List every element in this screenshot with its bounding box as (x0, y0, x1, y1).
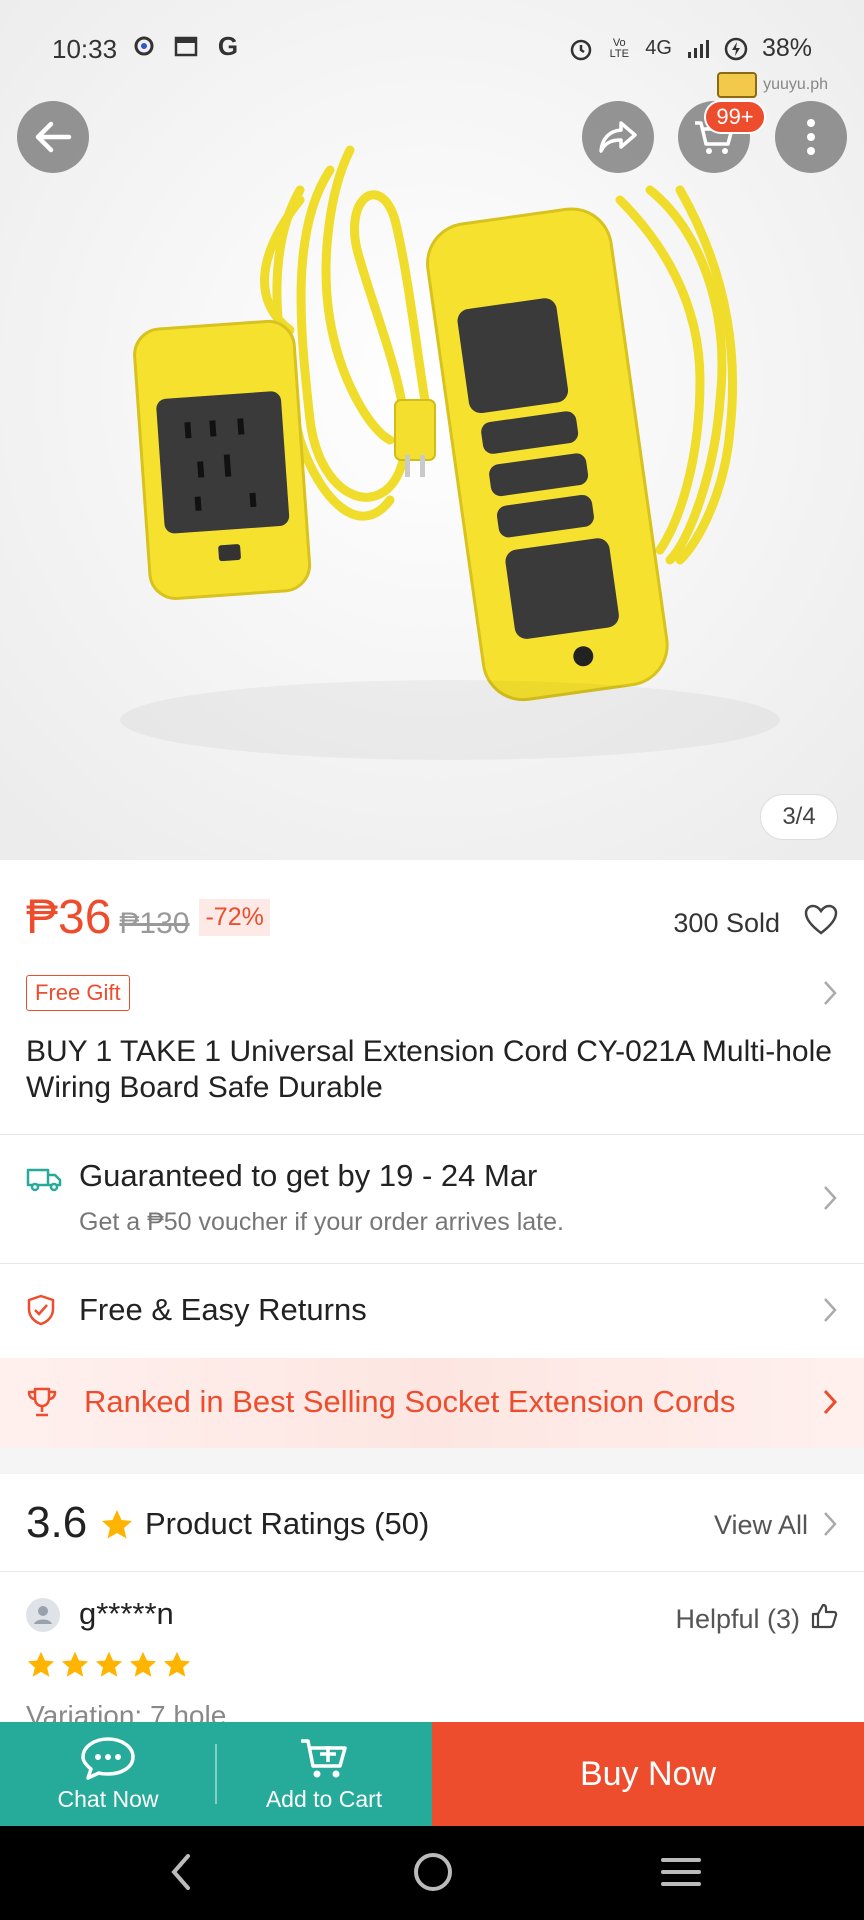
chevron-right-icon (822, 1388, 838, 1421)
rating-score: 3.6 (26, 1498, 88, 1547)
chevron-right-icon (822, 1184, 838, 1217)
more-vertical-icon (807, 119, 815, 155)
battery-charging-icon (724, 37, 748, 61)
avatar (26, 1598, 60, 1632)
back-button[interactable] (17, 101, 89, 173)
section-spacer (0, 1448, 864, 1474)
image-counter: 3/4 (760, 794, 838, 840)
network-type: 4G (645, 37, 672, 59)
share-button[interactable] (582, 101, 654, 173)
arrow-left-icon (35, 121, 72, 153)
original-price: ₱130 (119, 907, 190, 940)
system-recents-icon (661, 1858, 701, 1886)
status-notification-icons: G (132, 30, 240, 61)
more-options-button[interactable] (775, 101, 847, 173)
alarm-icon (569, 37, 593, 61)
share-icon (599, 121, 637, 153)
free-gift-tag: Free Gift (26, 975, 130, 1011)
trophy-icon (26, 1386, 58, 1423)
price-row: ₱36 ₱130 -72% 300 Sold (26, 890, 838, 950)
star-icon (100, 1508, 134, 1545)
cart-count-badge: 99+ (704, 100, 766, 134)
free-gift-row[interactable]: Free Gift (26, 975, 838, 1013)
calendar-notification-icon (174, 34, 198, 58)
star-icon (129, 1651, 157, 1677)
star-icon (27, 1651, 55, 1677)
buy-now-button[interactable]: Buy Now (432, 1722, 864, 1826)
delivery-date: Guaranteed to get by 19 - 24 Mar (79, 1158, 538, 1193)
returns-label: Free & Easy Returns (79, 1292, 367, 1327)
system-navigation-bar (0, 1826, 864, 1920)
thumbs-up-icon[interactable] (810, 1602, 838, 1635)
reviewer-name: g*****n (79, 1596, 174, 1631)
star-icon (61, 1651, 89, 1677)
current-price: ₱36 (26, 891, 112, 944)
best-selling-rank-banner[interactable]: Ranked in Best Selling Socket Extension … (0, 1358, 864, 1448)
app-notification-icon (132, 34, 156, 58)
add-to-cart-button[interactable]: Add to Cart (216, 1722, 432, 1826)
divider (0, 1134, 864, 1135)
delivery-voucher-note: Get a ₱50 voucher if your order arrives … (79, 1208, 564, 1236)
ratings-label: Product Ratings (50) (145, 1506, 430, 1541)
review-star-rating (26, 1650, 192, 1678)
secondary-actions: Chat Now Add to Cart (0, 1722, 432, 1826)
status-bar: 10:33 G Vo LTE 4G 38% (0, 0, 864, 96)
system-home-button[interactable] (412, 1850, 454, 1899)
user-avatar-icon (34, 1606, 52, 1624)
action-separator (215, 1744, 217, 1804)
system-recents-button[interactable] (660, 1850, 702, 1899)
rank-label: Ranked in Best Selling Socket Extension … (84, 1384, 736, 1419)
star-icon (95, 1651, 123, 1677)
helpful-count[interactable]: Helpful (3) (675, 1604, 800, 1635)
chevron-right-icon (822, 1296, 838, 1329)
add-to-cart-label: Add to Cart (265, 1785, 383, 1812)
bottom-action-bar: Chat Now Add to Cart Buy Now (0, 1722, 864, 1826)
shield-check-icon (26, 1294, 56, 1331)
status-time: 10:33 (52, 34, 118, 64)
delivery-guarantee-row[interactable]: Guaranteed to get by 19 - 24 Mar Get a ₱… (0, 1136, 864, 1262)
chevron-right-icon (822, 1510, 838, 1543)
volte-icon: Vo LTE (609, 36, 629, 60)
product-title: BUY 1 TAKE 1 Universal Extension Cord CY… (26, 1035, 832, 1104)
sold-count: 300 Sold (673, 908, 780, 938)
star-icon (163, 1651, 191, 1677)
review-variation: Variation: 7 hole (26, 1700, 227, 1722)
chat-now-button[interactable]: Chat Now (0, 1722, 216, 1826)
system-home-icon (414, 1853, 452, 1891)
google-notification-icon: G (217, 30, 239, 61)
view-all-link[interactable]: View All (714, 1510, 808, 1541)
review-item: g*****n Helpful (3) Variation: 7 hole (0, 1572, 864, 1722)
chat-bubble-icon (81, 1736, 135, 1780)
add-to-cart-icon (301, 1738, 347, 1777)
discount-badge: -72% (199, 899, 270, 936)
signal-icon (686, 37, 710, 61)
free-returns-row[interactable]: Free & Easy Returns (0, 1264, 864, 1356)
truck-icon (26, 1166, 62, 1197)
favorite-heart-icon[interactable] (804, 904, 838, 941)
chevron-right-icon (822, 979, 838, 1012)
system-back-button[interactable] (162, 1850, 202, 1899)
status-system-icons: Vo LTE 4G 38% (569, 34, 812, 63)
product-ratings-header[interactable]: 3.6 Product Ratings (50) View All (0, 1474, 864, 1570)
system-back-icon (171, 1854, 190, 1890)
chat-now-label: Chat Now (57, 1785, 159, 1812)
battery-level: 38% (761, 34, 812, 62)
